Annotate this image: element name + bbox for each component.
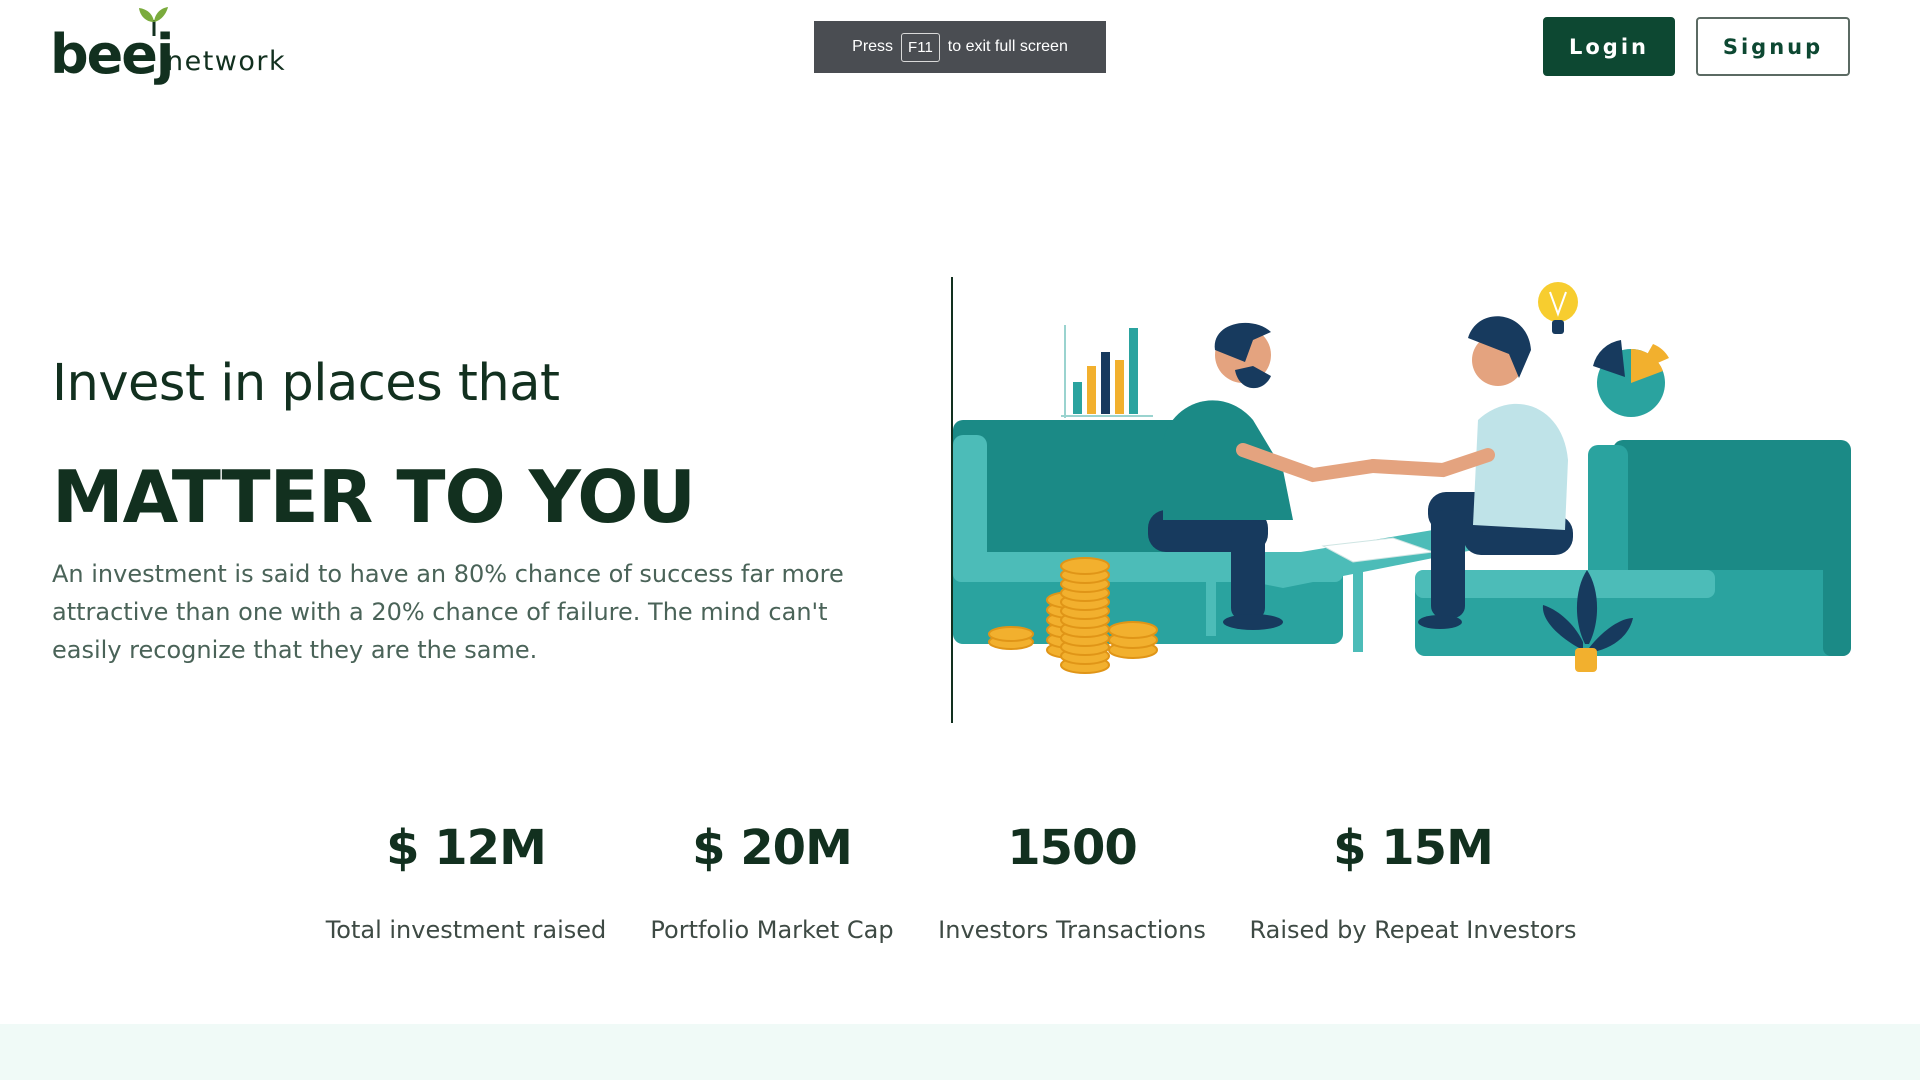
- stat-value: $ 20M: [692, 820, 853, 876]
- brand-logo[interactable]: beej network: [50, 6, 290, 86]
- stat-label: Total investment raised: [325, 915, 607, 944]
- pie-chart-icon: [1593, 340, 1669, 417]
- handshake-illustration: [953, 282, 1851, 674]
- bar-chart-icon: [1061, 325, 1153, 418]
- hero-description: An investment is said to have an 80% cha…: [52, 560, 844, 664]
- stat-label: Portfolio Market Cap: [650, 915, 894, 944]
- stat-investor-transactions: 1500 Investors Transactions: [938, 820, 1206, 944]
- fullscreen-notice: Press F11 to exit full screen: [814, 21, 1106, 73]
- stat-value: 1500: [1007, 820, 1138, 876]
- stat-label: Investors Transactions: [938, 915, 1206, 944]
- brand-sub: network: [166, 46, 287, 77]
- fullscreen-notice-prefix: Press: [852, 38, 894, 55]
- login-button[interactable]: Login: [1543, 17, 1675, 76]
- brand-name: beej: [50, 23, 174, 86]
- hero-lead: Invest in places that: [52, 354, 560, 413]
- fullscreen-notice-suffix: to exit full screen: [947, 38, 1068, 55]
- stat-value: $ 12M: [386, 820, 547, 876]
- hero-title: MATTER TO YOU: [52, 455, 696, 539]
- next-section-band: [0, 1024, 1920, 1080]
- stat-repeat-investors: $ 15M Raised by Repeat Investors: [1249, 820, 1576, 944]
- stat-total-investment: $ 12M Total investment raised: [326, 820, 607, 944]
- fullscreen-key: F11: [901, 32, 940, 62]
- lightbulb-icon: [1538, 282, 1578, 334]
- stat-value: $ 15M: [1333, 820, 1494, 876]
- signup-button[interactable]: Signup: [1696, 17, 1850, 76]
- stat-label: Raised by Repeat Investors: [1249, 915, 1577, 944]
- stat-portfolio-market-cap: $ 20M Portfolio Market Cap: [650, 820, 893, 944]
